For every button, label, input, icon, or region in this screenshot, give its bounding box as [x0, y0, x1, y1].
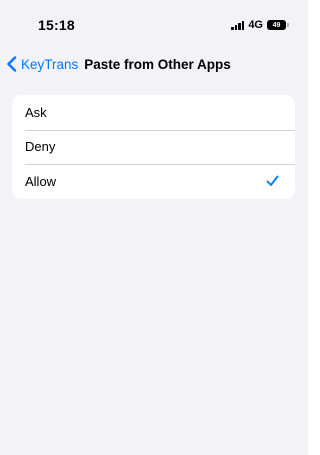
status-bar: 15:18 4G 49: [0, 0, 308, 40]
battery-level: 49: [272, 21, 281, 29]
checkmark-icon: [266, 175, 279, 186]
option-deny[interactable]: Deny: [12, 129, 295, 165]
option-label: Deny: [25, 139, 56, 155]
cellular-signal-icon: [231, 20, 245, 30]
back-button-label: KeyTrans: [21, 56, 79, 72]
battery-icon: 49: [267, 20, 289, 30]
navigation-bar: KeyTrans Paste from Other Apps: [0, 50, 308, 78]
settings-screen: 15:18 4G 49 KeyTrans Paste from Other Ap…: [0, 0, 308, 455]
option-allow[interactable]: Allow: [12, 164, 295, 199]
option-label: Ask: [25, 104, 47, 120]
status-time: 15:18: [38, 17, 75, 33]
option-ask[interactable]: Ask: [12, 95, 295, 130]
page-title: Paste from Other Apps: [84, 56, 231, 72]
back-button[interactable]: KeyTrans: [6, 56, 78, 72]
network-type: 4G: [248, 19, 263, 31]
paste-permission-options: Ask Deny Allow: [12, 95, 295, 199]
status-indicators: 4G 49: [231, 19, 289, 31]
option-label: Allow: [25, 173, 57, 189]
chevron-left-icon: [7, 56, 17, 72]
